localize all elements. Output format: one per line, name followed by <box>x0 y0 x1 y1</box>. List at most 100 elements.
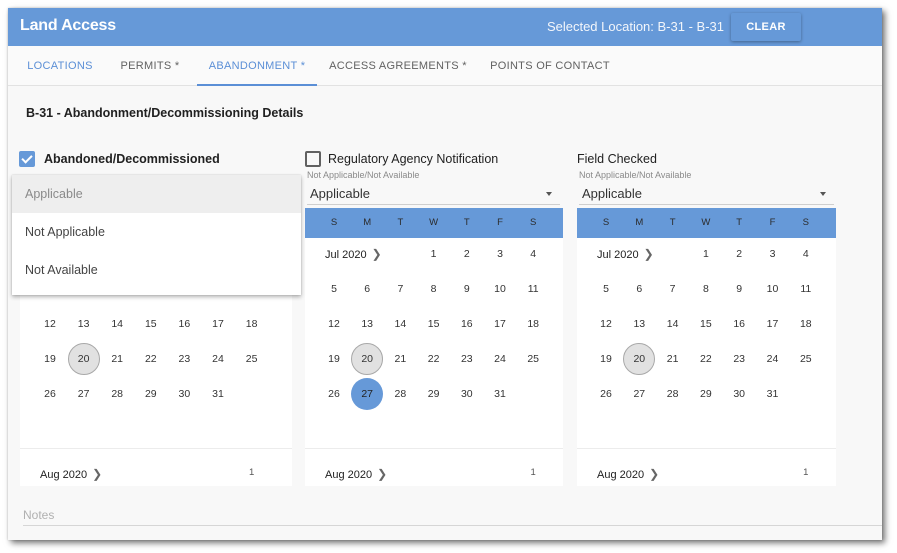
calendar-day[interactable]: 24 <box>757 343 789 375</box>
calendar-day[interactable]: 10 <box>484 273 516 305</box>
calendar-day[interactable]: 24 <box>202 343 234 375</box>
tab-points-of-contact[interactable]: POINTS OF CONTACT <box>483 46 617 86</box>
calendar-day[interactable]: 1 <box>690 238 722 270</box>
calendar-day[interactable]: 23 <box>723 343 755 375</box>
calendar-day[interactable]: 5 <box>590 273 622 305</box>
calendar-day[interactable]: 27 <box>623 378 655 410</box>
menu-option-applicable[interactable]: Applicable <box>12 175 301 213</box>
menu-option-not-available[interactable]: Not Available <box>12 251 301 289</box>
next-month-day[interactable]: 1 <box>517 457 549 489</box>
calendar-day[interactable]: 17 <box>757 308 789 340</box>
calendar-day[interactable]: 16 <box>451 308 483 340</box>
calendar-day[interactable]: 4 <box>790 238 822 270</box>
calendar-day-today[interactable]: 20 <box>351 343 384 375</box>
calendar-day[interactable]: 7 <box>657 273 689 305</box>
calendar-day[interactable]: 21 <box>101 343 133 375</box>
calendar-day[interactable]: 13 <box>351 308 383 340</box>
calendar-day[interactable]: 25 <box>790 343 822 375</box>
abandoned-checkbox[interactable] <box>19 151 35 167</box>
tab-locations[interactable]: LOCATIONS <box>18 46 102 86</box>
calendar-day[interactable]: 21 <box>384 343 416 375</box>
notes-input[interactable]: Notes <box>23 508 882 526</box>
calendar-day[interactable]: 13 <box>623 308 655 340</box>
calendar-day[interactable]: 19 <box>318 343 350 375</box>
month-label[interactable]: Jul 2020 ❯ <box>325 247 382 261</box>
calendar-day[interactable]: 2 <box>723 238 755 270</box>
calendar-day[interactable]: 14 <box>657 308 689 340</box>
calendar-day[interactable]: 10 <box>757 273 789 305</box>
clear-button[interactable]: CLEAR <box>731 13 801 41</box>
calendar-day[interactable]: 25 <box>517 343 549 375</box>
tab-abandonment[interactable]: ABANDONMENT * <box>197 46 317 86</box>
regulatory-checkbox[interactable] <box>305 151 321 167</box>
tab-access-agreements[interactable]: ACCESS AGREEMENTS * <box>326 46 470 86</box>
calendar-day[interactable]: 31 <box>757 378 789 410</box>
calendar-day[interactable]: 17 <box>202 308 234 340</box>
calendar-day[interactable]: 4 <box>517 238 549 270</box>
regulatory-select[interactable]: Applicable <box>307 185 560 205</box>
next-month-day[interactable]: 1 <box>790 457 822 489</box>
calendar-day[interactable]: 17 <box>484 308 516 340</box>
calendar-day[interactable]: 11 <box>517 273 549 305</box>
calendar-day[interactable]: 6 <box>351 273 383 305</box>
calendar-day-today[interactable]: 20 <box>67 343 100 375</box>
calendar-day[interactable]: 30 <box>723 378 755 410</box>
calendar-day[interactable]: 18 <box>790 308 822 340</box>
tab-permits[interactable]: PERMITS * <box>110 46 190 86</box>
calendar-day[interactable]: 25 <box>236 343 268 375</box>
calendar-day[interactable]: 18 <box>517 308 549 340</box>
calendar-day[interactable]: 29 <box>690 378 722 410</box>
calendar-day[interactable]: 23 <box>168 343 200 375</box>
calendar-day[interactable]: 29 <box>135 378 167 410</box>
calendar-day[interactable]: 22 <box>135 343 167 375</box>
calendar-day[interactable]: 30 <box>168 378 200 410</box>
calendar-day[interactable]: 3 <box>484 238 516 270</box>
calendar-day[interactable]: 14 <box>384 308 416 340</box>
calendar-day[interactable]: 9 <box>451 273 483 305</box>
calendar-day[interactable]: 28 <box>657 378 689 410</box>
calendar-day[interactable]: 19 <box>590 343 622 375</box>
calendar-day[interactable]: 18 <box>236 308 268 340</box>
calendar-day[interactable]: 26 <box>318 378 350 410</box>
next-month-label[interactable]: Aug 2020 ❯ <box>325 467 387 481</box>
calendar-day[interactable]: 22 <box>418 343 450 375</box>
calendar-day[interactable]: 26 <box>34 378 66 410</box>
calendar-day[interactable]: 13 <box>68 308 100 340</box>
calendar-day-selected[interactable]: 27 <box>351 378 384 410</box>
calendar-day-today[interactable]: 20 <box>623 343 656 375</box>
calendar-day[interactable]: 15 <box>690 308 722 340</box>
calendar-day[interactable]: 7 <box>384 273 416 305</box>
calendar-day[interactable]: 28 <box>384 378 416 410</box>
calendar-day[interactable]: 14 <box>101 308 133 340</box>
calendar-day[interactable]: 2 <box>451 238 483 270</box>
field-checked-select[interactable]: Applicable <box>579 185 834 205</box>
calendar-day[interactable]: 30 <box>451 378 483 410</box>
menu-option-not-applicable[interactable]: Not Applicable <box>12 213 301 251</box>
month-label[interactable]: Jul 2020 ❯ <box>597 247 654 261</box>
calendar-day[interactable]: 11 <box>790 273 822 305</box>
calendar-day[interactable]: 16 <box>723 308 755 340</box>
calendar-day[interactable]: 12 <box>590 308 622 340</box>
calendar-day[interactable]: 26 <box>590 378 622 410</box>
calendar-day[interactable]: 16 <box>168 308 200 340</box>
next-month-label[interactable]: Aug 2020 ❯ <box>40 467 102 481</box>
calendar-day[interactable]: 1 <box>418 238 450 270</box>
calendar-day[interactable]: 12 <box>318 308 350 340</box>
calendar-day[interactable]: 27 <box>68 378 100 410</box>
calendar-day[interactable]: 5 <box>318 273 350 305</box>
calendar-day[interactable]: 19 <box>34 343 66 375</box>
calendar-day[interactable]: 24 <box>484 343 516 375</box>
calendar-day[interactable]: 6 <box>623 273 655 305</box>
calendar-day[interactable]: 22 <box>690 343 722 375</box>
next-month-label[interactable]: Aug 2020 ❯ <box>597 467 659 481</box>
calendar-day[interactable]: 21 <box>657 343 689 375</box>
calendar-day[interactable]: 31 <box>202 378 234 410</box>
calendar-day[interactable]: 12 <box>34 308 66 340</box>
calendar-day[interactable]: 29 <box>418 378 450 410</box>
calendar-day[interactable]: 28 <box>101 378 133 410</box>
calendar-day[interactable]: 15 <box>135 308 167 340</box>
calendar-day[interactable]: 31 <box>484 378 516 410</box>
calendar-day[interactable]: 9 <box>723 273 755 305</box>
calendar-day[interactable]: 23 <box>451 343 483 375</box>
next-month-day[interactable]: 1 <box>236 457 268 489</box>
